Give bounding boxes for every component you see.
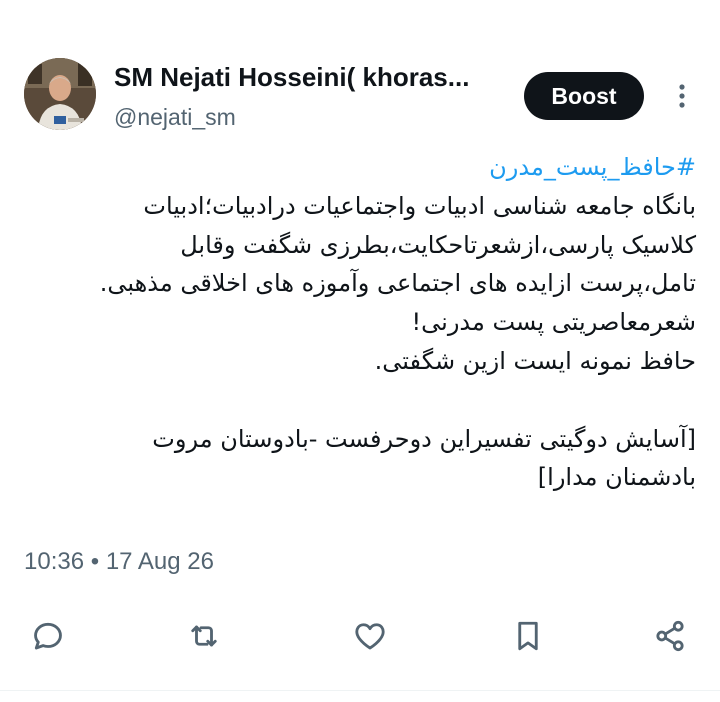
- avatar[interactable]: [24, 58, 96, 130]
- hashtag-link[interactable]: #حافظ_پست_مدرن: [60, 148, 696, 187]
- author-display-name[interactable]: SM Nejati Hosseini( khoras...: [114, 62, 469, 92]
- tweet-line: کلاسیک پارسی،ازشعرتاحکایت،بطرزی شگفت وقا…: [180, 230, 696, 259]
- reply-icon: [34, 622, 62, 650]
- bookmark-button[interactable]: [506, 614, 550, 658]
- tweet-line: شعرمعاصریتی پست مدرنی!: [411, 308, 696, 337]
- tweet-time: 10:36: [24, 548, 85, 575]
- tweet-date: 17 Aug 26: [105, 548, 214, 575]
- reply-button[interactable]: [26, 614, 70, 658]
- meta-separator: •: [90, 548, 100, 575]
- tweet-timestamp[interactable]: 10:36 • 17 Aug 26: [24, 546, 214, 578]
- vertical-ellipsis-icon[interactable]: [670, 80, 694, 112]
- tweet-line: بانگاه جامعه شناسی ادبیات واجتماعیات درا…: [143, 191, 696, 220]
- tweet-line: تامل،پرست ازایده های اجتماعی وآموزه های …: [99, 269, 696, 298]
- like-icon: [355, 623, 385, 650]
- tweet-line: بادشمنان مدارا]: [537, 463, 696, 492]
- tweet-line: [آسایش دوگیتی تفسیراین دوحرفست -بادوستان…: [152, 424, 696, 453]
- boost-button[interactable]: Boost: [524, 72, 644, 120]
- bookmark-icon: [518, 621, 538, 651]
- share-icon: [656, 620, 684, 652]
- profile-photo: [24, 58, 96, 130]
- retweet-button[interactable]: [182, 614, 226, 658]
- like-button[interactable]: [348, 614, 392, 658]
- tweet-body: #حافظ_پست_مدرن بانگاه جامعه شناسی ادبیات…: [60, 148, 696, 497]
- retweet-icon: [191, 625, 217, 647]
- tweet-line: حافظ نمونه ایست ازین شگفتی.: [374, 346, 696, 375]
- share-button[interactable]: [648, 614, 692, 658]
- author-handle[interactable]: @nejati_sm: [114, 103, 236, 131]
- divider: [0, 690, 720, 691]
